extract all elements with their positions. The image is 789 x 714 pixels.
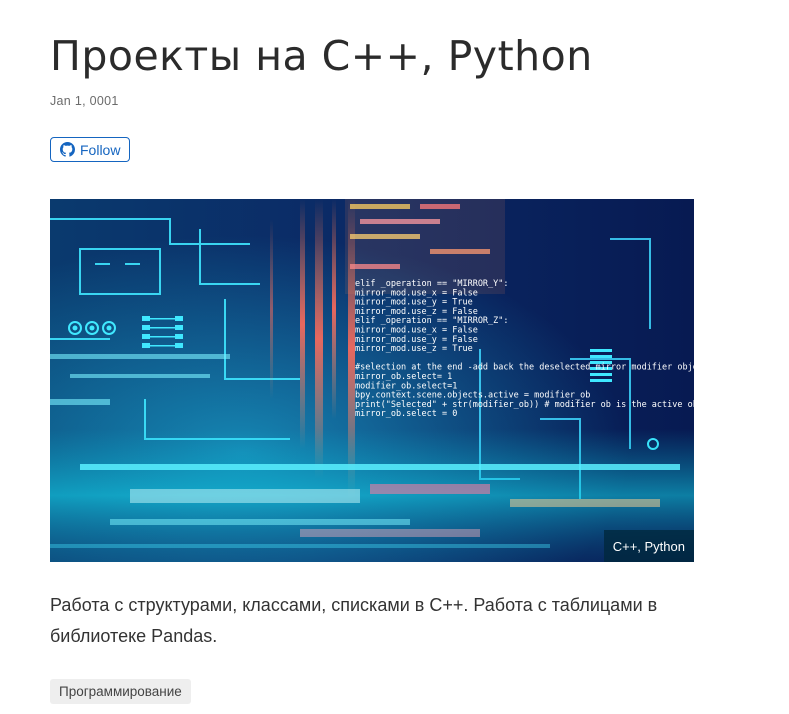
- code-line: mirror_ob.select = 0: [355, 409, 457, 419]
- image-caption: C++, Python: [603, 530, 694, 562]
- post-date: Jan 1, 0001: [50, 94, 119, 108]
- page-title: Проекты на C++, Python: [50, 32, 593, 80]
- github-icon: [60, 142, 75, 157]
- post-summary: Работа с структурами, классами, списками…: [50, 595, 658, 646]
- code-line: mirror_mod.use_z = True: [355, 344, 473, 354]
- follow-label: Follow: [80, 141, 121, 158]
- tag-programming[interactable]: Программирование: [50, 679, 191, 704]
- code-circuit-illustration: elif _operation == "MIRROR_Y": mirror_mo…: [50, 199, 694, 562]
- featured-image[interactable]: elif _operation == "MIRROR_Y": mirror_mo…: [50, 199, 694, 562]
- follow-button[interactable]: Follow: [50, 137, 131, 162]
